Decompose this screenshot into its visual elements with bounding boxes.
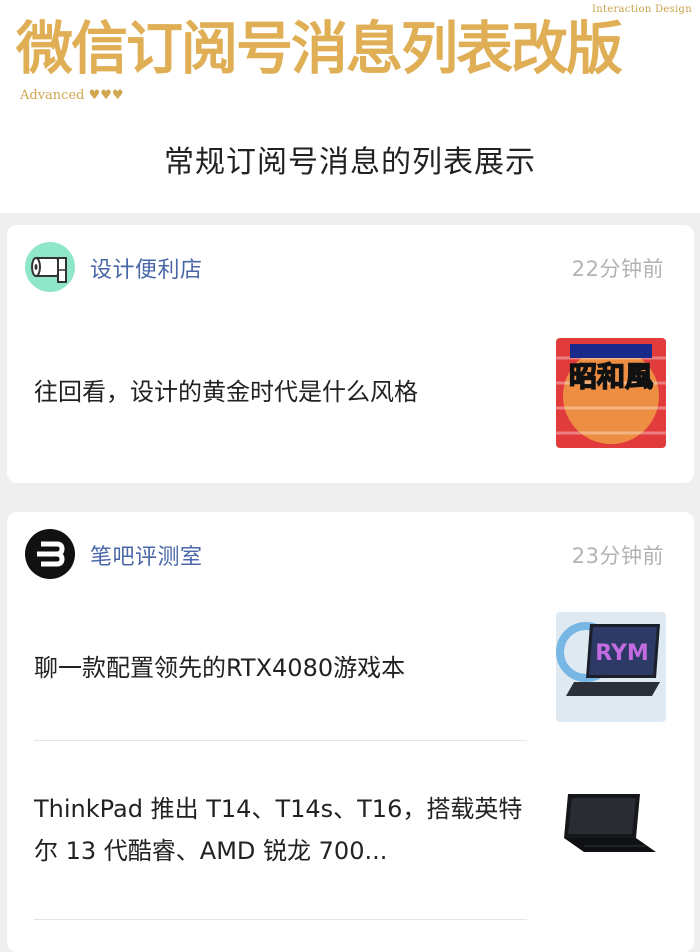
article-thumbnail[interactable]: 昭和風 — [556, 338, 666, 448]
page-subtitle: 常规订阅号消息的列表展示 — [164, 145, 536, 180]
article-title[interactable]: ThinkPad 推出 T14、T14s、T16，搭载英特尔 13 代酷睿、AM… — [34, 788, 534, 872]
account-name[interactable]: 笔吧评测室 — [90, 539, 203, 571]
laptop-image: RYM — [556, 612, 666, 722]
advanced-tag: Advanced ♥♥♥ — [20, 88, 124, 103]
divider — [34, 919, 527, 920]
article-thumbnail[interactable] — [556, 772, 666, 882]
article-title[interactable]: 往回看，设计的黄金时代是什么风格 — [34, 371, 534, 413]
subscription-card[interactable]: 笔吧评测室 23分钟前 聊一款配置领先的RTX4080游戏本 RYM Think… — [7, 512, 694, 952]
svg-text:RYM: RYM — [595, 641, 649, 666]
avatar[interactable] — [25, 242, 75, 292]
timestamp: 22分钟前 — [571, 257, 664, 281]
avatar[interactable] — [25, 529, 75, 579]
divider — [34, 740, 527, 741]
article-title[interactable]: 聊一款配置领先的RTX4080游戏本 — [34, 647, 534, 689]
page-title: 微信订阅号消息列表改版 — [16, 15, 623, 82]
thumb-text-1: 昭和風 — [569, 360, 653, 393]
timestamp: 23分钟前 — [571, 544, 664, 568]
header: Interaction Design 微信订阅号消息列表改版 Advanced … — [0, 0, 700, 213]
toilet-paper-icon — [31, 257, 67, 283]
subscription-card[interactable]: 设计便利店 22分钟前 往回看，设计的黄金时代是什么风格 昭和風 — [7, 225, 694, 483]
number-3-logo-icon — [37, 541, 65, 567]
laptop-image — [556, 772, 666, 882]
article-thumbnail[interactable]: RYM — [556, 612, 666, 722]
account-name[interactable]: 设计便利店 — [90, 252, 203, 284]
